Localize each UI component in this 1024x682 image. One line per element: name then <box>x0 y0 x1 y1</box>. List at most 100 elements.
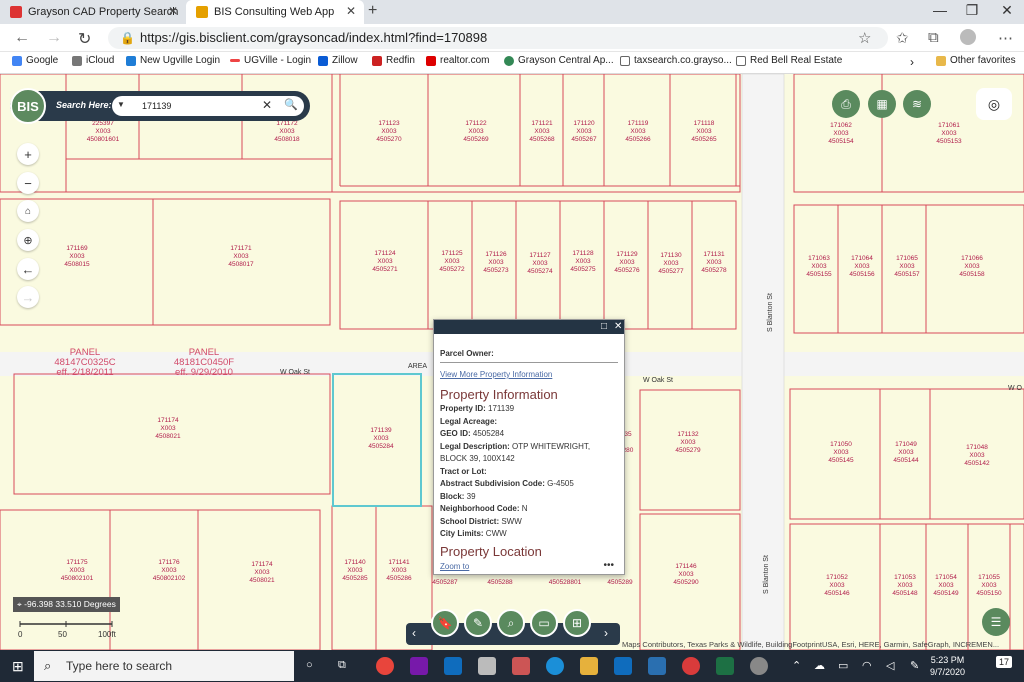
reload-icon[interactable]: ↻ <box>78 29 91 49</box>
parcel-label: X003 <box>854 263 870 270</box>
profile-avatar[interactable] <box>960 29 976 45</box>
browser-tab-bar: Grayson CAD Property Search ✕ BIS Consul… <box>0 0 1024 24</box>
back-icon[interactable]: ← <box>14 29 30 47</box>
property-field-label: School District: <box>440 516 500 526</box>
outlook-icon[interactable] <box>444 657 462 675</box>
close-popup-icon[interactable]: ✕ <box>614 321 622 332</box>
home-icon[interactable]: ⌂ <box>17 200 39 222</box>
tab-grayson-cad[interactable]: Grayson CAD Property Search ✕ <box>0 0 186 24</box>
taskbar-clock[interactable]: 5:23 PM 9/7/2020 <box>930 654 965 678</box>
task-view-icon[interactable]: ⧉ <box>338 659 346 672</box>
favorite-star-icon[interactable]: ☆ <box>858 29 871 47</box>
draw-icon[interactable]: ✎ <box>464 609 492 637</box>
tab-bis-consulting[interactable]: BIS Consulting Web App ✕ <box>186 0 364 24</box>
parcel-label: 171174 <box>157 417 179 424</box>
minimize-icon[interactable]: — <box>925 2 955 18</box>
show-hidden-icons[interactable]: ⌃ <box>792 659 801 672</box>
notifications-badge[interactable]: 17 <box>996 656 1013 668</box>
restore-icon[interactable]: ❐ <box>957 2 987 19</box>
maximize-popup-icon[interactable]: □ <box>601 321 607 332</box>
view-more-link[interactable]: View More Property Information <box>440 370 618 379</box>
parcel-label: 4505272 <box>439 266 465 273</box>
file-explorer-icon[interactable] <box>580 657 598 675</box>
parcel-label: X003 <box>69 253 85 260</box>
parcel-label: 171176 <box>158 559 180 566</box>
property-field: Tract or Lot: <box>440 466 618 479</box>
url-text: https://gis.bisclient.com/graysoncad/ind… <box>140 30 488 45</box>
next-extent-icon[interactable]: → <box>17 286 39 308</box>
clear-search-icon[interactable]: ✕ <box>262 98 272 112</box>
cortana-icon[interactable]: ○ <box>306 659 313 671</box>
legend-icon[interactable]: ☰ <box>982 608 1010 636</box>
wifi-icon[interactable]: ◠ <box>862 659 872 672</box>
add-data-icon[interactable]: ⊞ <box>563 609 591 637</box>
favorites-icon[interactable]: ✩ <box>896 29 909 47</box>
bookmarks-overflow-icon[interactable]: › <box>910 55 914 69</box>
chrome-icon[interactable] <box>376 657 394 675</box>
parcel-label: 4505276 <box>614 267 640 274</box>
bookmark-zillow[interactable]: Zillow <box>318 55 358 66</box>
bookmark-taxsearch[interactable]: taxsearch.co.grayso... <box>620 55 732 66</box>
onedrive-icon[interactable]: ☁ <box>814 659 825 672</box>
network-icon[interactable]: ▭ <box>838 659 848 672</box>
url-field[interactable]: 🔒 https://gis.bisclient.com/graysoncad/i… <box>108 27 888 49</box>
bookmark-red-bell[interactable]: Red Bell Real Estate <box>736 55 842 66</box>
zoom-to-link[interactable]: Zoom to <box>440 562 469 571</box>
bookmark-google[interactable]: Google <box>12 55 58 66</box>
more-menu-icon[interactable]: ⋯ <box>998 29 1013 47</box>
parcel-label: X003 <box>898 449 914 456</box>
forward-icon[interactable]: → <box>46 29 62 47</box>
bookmark-redfin[interactable]: Redfin <box>372 55 415 66</box>
photos-icon[interactable] <box>512 657 530 675</box>
search-icon[interactable]: 🔍 <box>284 98 298 111</box>
parcel-label: X003 <box>233 253 249 260</box>
taskbar-search[interactable]: ⌕ Type here to search <box>34 651 294 681</box>
window-close-icon[interactable]: ✕ <box>992 2 1022 19</box>
windows-start-icon[interactable]: ⊞ <box>12 658 24 675</box>
property-info-heading: Property Information <box>440 387 558 402</box>
collections-icon[interactable]: ⧉ <box>928 29 939 46</box>
search-input[interactable]: 171139 <box>112 96 304 116</box>
query-icon[interactable]: ⌕ <box>497 609 525 637</box>
excel-icon[interactable] <box>716 657 734 675</box>
bookmark-new-ugville[interactable]: New Ugville Login <box>126 55 220 66</box>
measure-icon[interactable]: ▭ <box>530 609 558 637</box>
close-tab-icon[interactable]: ✕ <box>346 4 356 18</box>
flood-panel-label: eff. 9/29/2010 <box>175 367 233 378</box>
new-tab-icon[interactable]: + <box>368 2 377 20</box>
parcel-label: X003 <box>680 439 696 446</box>
paint-icon[interactable] <box>682 657 700 675</box>
bookmark-ugville-login[interactable]: UGVille - Login <box>230 55 311 66</box>
parcel-label: X003 <box>391 567 407 574</box>
print-icon[interactable]: ⎙ <box>832 90 860 118</box>
parcel-label: 4505149 <box>933 590 959 597</box>
onenote-icon[interactable] <box>410 657 428 675</box>
edge-icon[interactable] <box>546 657 564 675</box>
bookmark-icon[interactable]: 🔖 <box>431 609 459 637</box>
more-actions-icon[interactable]: ••• <box>603 560 614 571</box>
bookmark-grayson-central[interactable]: Grayson Central Ap... <box>504 55 614 66</box>
toolbar-prev-icon[interactable]: ‹ <box>412 626 416 640</box>
zoom-out-button[interactable]: − <box>17 172 39 194</box>
locate-icon[interactable]: ⊕ <box>17 229 39 251</box>
parcel-label: 4505285 <box>342 575 368 582</box>
photo-viewer-icon[interactable] <box>648 657 666 675</box>
basemap-gallery-icon[interactable]: ▦ <box>868 90 896 118</box>
outlook-icon[interactable] <box>614 657 632 675</box>
zoom-in-button[interactable]: + <box>17 143 39 165</box>
search-dropdown-icon[interactable]: ▼ <box>117 100 125 109</box>
bookmark-realtor[interactable]: realtor.com <box>426 55 489 66</box>
bookmark-icloud[interactable]: iCloud <box>72 55 114 66</box>
app-icon[interactable] <box>750 657 768 675</box>
layers-icon[interactable]: ≋ <box>903 90 931 118</box>
close-tab-icon[interactable]: ✕ <box>168 4 178 18</box>
hide-visibility-icon[interactable]: ◎ <box>976 88 1012 120</box>
page-icon <box>620 55 630 66</box>
store-icon[interactable] <box>478 657 496 675</box>
ink-icon[interactable]: ✎ <box>910 659 919 672</box>
other-favorites[interactable]: Other favorites <box>936 55 1016 66</box>
parcel-label: 4505289 <box>607 579 633 586</box>
toolbar-next-icon[interactable]: › <box>604 626 608 640</box>
volume-icon[interactable]: ◁ <box>886 659 894 672</box>
previous-extent-icon[interactable]: ← <box>17 258 39 280</box>
